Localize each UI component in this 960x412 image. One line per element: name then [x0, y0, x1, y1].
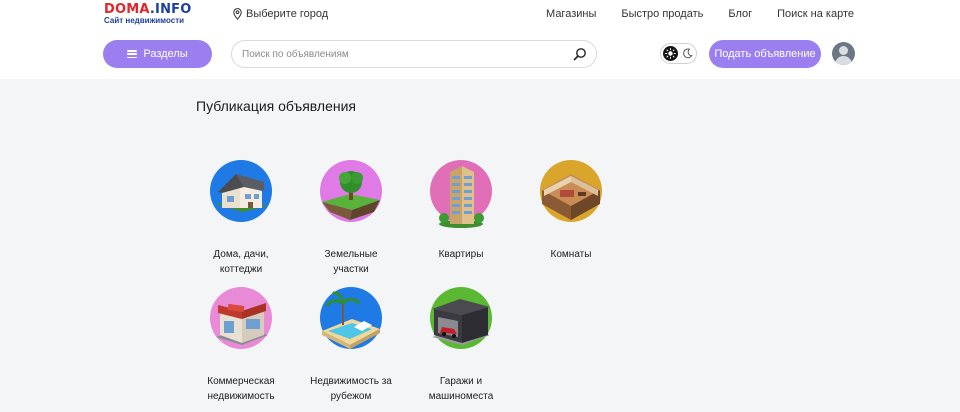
shop-icon [216, 303, 268, 345]
garage-icon [432, 299, 490, 345]
site-header: DOMA.INFO Сайт недвижимости Выберите гор… [0, 0, 960, 79]
avatar-body [835, 56, 852, 65]
category-picture [536, 160, 606, 230]
site-logo[interactable]: DOMA.INFO Сайт недвижимости [104, 3, 191, 26]
nav-link-blog[interactable]: Блог [728, 8, 752, 20]
top-navigation: Магазины Быстро продать Блог Поиск на ка… [546, 8, 854, 20]
category-rooms[interactable]: Комнаты [516, 160, 626, 262]
category-picture [316, 287, 386, 357]
category-label: Дома, дачи, коттеджи [213, 249, 269, 275]
land-plot-icon [322, 171, 380, 220]
sections-button-label: Разделы [143, 48, 188, 60]
logo-wordmark: DOMA.INFO [104, 2, 192, 17]
theme-toggle[interactable] [660, 43, 697, 64]
logo-subtitle: Сайт недвижимости [104, 16, 185, 25]
category-land[interactable]: Земельные участки [296, 160, 406, 277]
nav-link-shops[interactable]: Магазины [546, 8, 596, 20]
island-icon [322, 291, 380, 349]
category-commercial[interactable]: Коммерческая недвижимость [186, 287, 296, 404]
category-label: Недвижимость за рубежом [310, 376, 392, 402]
category-apartments[interactable]: Квартиры [406, 160, 516, 262]
location-pin-icon [233, 8, 242, 20]
avatar-head [839, 46, 848, 55]
house-icon [216, 174, 268, 212]
city-selector[interactable]: Выберите город [233, 8, 328, 20]
user-avatar[interactable] [832, 42, 855, 65]
category-label: Коммерческая недвижимость [207, 376, 275, 402]
category-abroad[interactable]: Недвижимость за рубежом [296, 287, 406, 404]
post-ad-button[interactable]: Подать объявление [709, 40, 821, 68]
category-label: Гаражи и машиноместа [428, 376, 494, 402]
category-picture [206, 287, 276, 357]
category-label: Земельные участки [324, 249, 378, 275]
moon-icon [683, 48, 693, 59]
category-picture [426, 160, 496, 230]
category-picture [206, 160, 276, 230]
sun-icon [663, 46, 678, 61]
category-garages[interactable]: Гаражи и машиноместа [406, 287, 516, 404]
nav-link-quick-sell[interactable]: Быстро продать [621, 8, 703, 20]
city-label: Выберите город [246, 8, 329, 20]
nav-link-map-search[interactable]: Поиск на карте [777, 8, 854, 20]
search-bar [231, 40, 597, 68]
search-input[interactable] [242, 46, 562, 62]
page-title: Публикация объявления [196, 98, 357, 114]
category-picture [316, 160, 386, 230]
sections-button[interactable]: Разделы [103, 40, 212, 68]
menu-icon [127, 50, 138, 58]
room-icon [542, 174, 600, 220]
category-label: Квартиры [438, 249, 484, 260]
category-label: Комнаты [550, 249, 592, 260]
category-picture [426, 287, 496, 357]
search-icon[interactable] [573, 47, 587, 61]
apartment-building-icon [439, 166, 484, 228]
category-houses[interactable]: Дома, дачи, коттеджи [186, 160, 296, 277]
